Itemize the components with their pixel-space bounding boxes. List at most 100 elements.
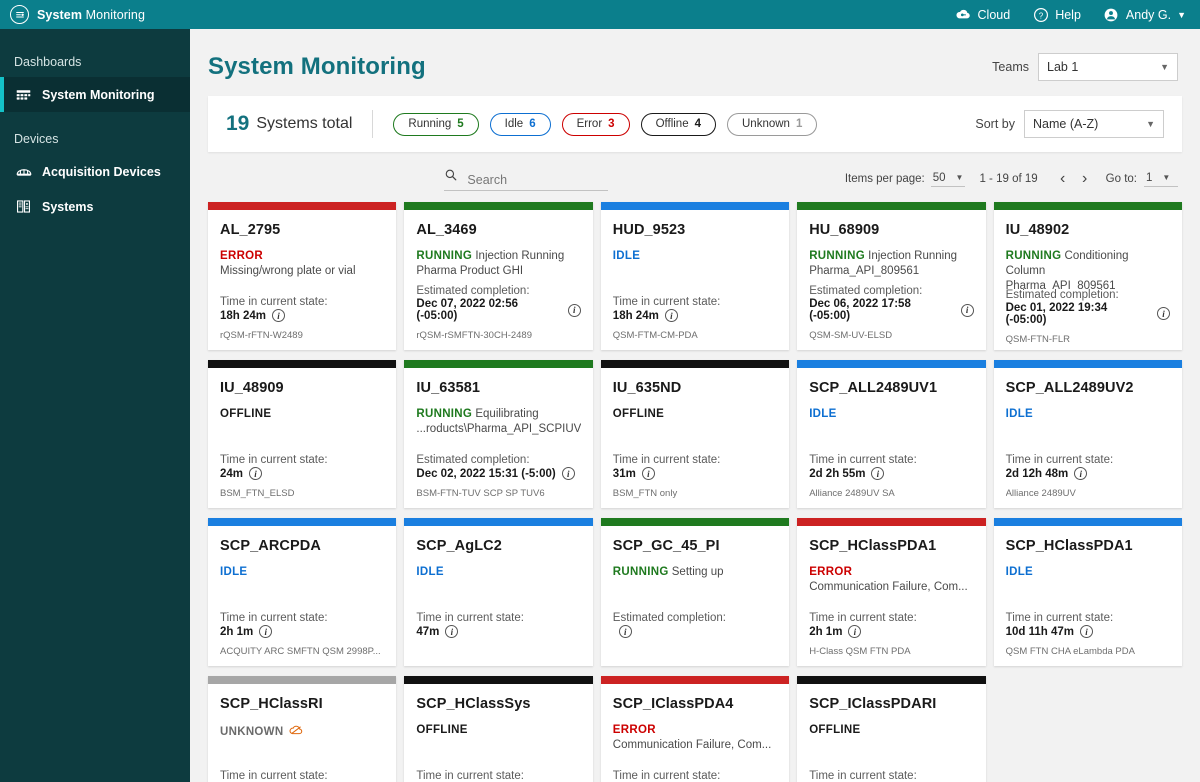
- time-label: Estimated completion:: [1005, 288, 1119, 301]
- acquisition-device-icon: [14, 162, 33, 181]
- status-chip-idle[interactable]: Idle 6: [489, 112, 551, 136]
- time-value: Dec 06, 2022 17:58 (-05:00): [809, 298, 911, 322]
- system-status-bar: [797, 202, 986, 210]
- system-card[interactable]: AL_3469 RUNNING Injection Running Pharma P…: [404, 202, 593, 350]
- info-icon[interactable]: i: [664, 309, 678, 322]
- brand[interactable]: System Monitoring: [10, 5, 145, 24]
- question-circle-icon: ?: [1032, 6, 1049, 23]
- system-card[interactable]: AL_2795 ERROR Missing/wrong plate or vial T…: [208, 202, 397, 350]
- system-card-body: SCP_GC_45_PI RUNNING Setting up Estimated…: [601, 526, 789, 666]
- status-chip-unknown[interactable]: Unknown 1: [727, 112, 818, 136]
- status-badge: IDLE: [612, 250, 641, 262]
- system-card[interactable]: HU_68909 RUNNING Injection Running Pharma_…: [797, 202, 986, 350]
- time-label: Time in current state:: [220, 454, 328, 466]
- system-card[interactable]: SCP_AgLC2 IDLE Time in current state: 47m i: [404, 518, 593, 666]
- info-icon[interactable]: i: [567, 303, 581, 317]
- info-icon[interactable]: i: [618, 625, 632, 638]
- chevron-left-icon[interactable]: ‹: [1052, 171, 1074, 187]
- system-card-body: HU_68909 RUNNING Injection Running Pharma_…: [797, 210, 985, 350]
- chevron-right-icon[interactable]: ›: [1074, 171, 1096, 187]
- system-card[interactable]: SCP_ALL2489UV1 IDLE Time in current state…: [797, 360, 986, 508]
- system-state-line: RUNNING Conditioning Column: [1006, 249, 1170, 279]
- info-icon[interactable]: i: [1156, 307, 1170, 321]
- system-card[interactable]: IU_48909 OFFLINE Time in current state: 24…: [208, 360, 397, 508]
- time-block: Time in current state: 2h 1m i: [809, 612, 973, 638]
- info-icon[interactable]: i: [871, 467, 885, 480]
- cloud-button[interactable]: Cloud: [955, 6, 1010, 23]
- status-badge: OFFLINE: [416, 724, 468, 736]
- system-name: AL_2795: [220, 222, 281, 238]
- sidebar-item-label: System Monitoring: [42, 87, 155, 102]
- time-value: Dec 02, 2022 15:31 (-5:00): [416, 467, 556, 480]
- info-icon[interactable]: i: [960, 303, 974, 317]
- system-card[interactable]: IU_635ND OFFLINE Time in current state: 31…: [600, 360, 790, 508]
- help-button[interactable]: ? Help: [1032, 6, 1081, 23]
- time-value-row: 2d 12h 48m i: [1006, 467, 1170, 480]
- sidebar-item-label: Systems: [42, 199, 94, 214]
- info-icon[interactable]: i: [1080, 625, 1093, 638]
- time-label: Estimated completion:: [809, 285, 923, 297]
- system-card[interactable]: SCP_ALL2489UV2 IDLE Time in current state…: [993, 360, 1182, 508]
- system-name: SCP_GC_45_PI: [612, 538, 720, 554]
- info-icon[interactable]: i: [445, 625, 459, 638]
- info-icon[interactable]: i: [1074, 467, 1088, 480]
- system-subtitle: ...roducts\Pharma_API_SCPIUV1: [416, 423, 581, 435]
- info-icon[interactable]: i: [641, 467, 655, 480]
- sidebar-item-systems[interactable]: Systems: [0, 189, 190, 224]
- status-chip-running[interactable]: Running 5: [393, 112, 479, 136]
- system-card[interactable]: SCP_ARCPDA IDLE Time in current state: 2h …: [208, 518, 397, 666]
- time-label: Estimated completion:: [416, 454, 530, 466]
- time-block: Time in current state: 10d 11h 47m i: [1006, 612, 1170, 638]
- system-card[interactable]: SCP_HClassRI UNKNOWN Time in current stat…: [208, 676, 397, 782]
- status-chip-offline[interactable]: Offline 4: [640, 112, 716, 136]
- info-icon[interactable]: i: [272, 309, 286, 322]
- time-label: Time in current state:: [220, 612, 328, 624]
- system-card[interactable]: HUD_9523 IDLE Time in current state: 18h 2…: [600, 202, 790, 350]
- system-state-line: ERROR: [613, 723, 777, 738]
- system-card[interactable]: SCP_HClassSys OFFLINE Time in current sta…: [404, 676, 593, 782]
- system-name: SCP_HClassRI: [220, 696, 323, 712]
- status-chip-error[interactable]: Error 3: [561, 112, 630, 136]
- system-status-bar: [208, 202, 397, 210]
- items-per-page-select[interactable]: 50 ▼: [930, 172, 966, 187]
- system-card[interactable]: IU_63581 RUNNING Equilibrating ...roducts\…: [404, 360, 593, 508]
- system-card[interactable]: SCP_HClassPDA1 IDLE Time in current state…: [993, 518, 1182, 666]
- time-value: Dec 07, 2022 02:56 (-05:00): [416, 298, 519, 322]
- search-box[interactable]: [444, 168, 609, 191]
- system-card-body: IU_48909 OFFLINE Time in current state: 24…: [208, 368, 396, 508]
- time-value: Dec 01, 2022 19:34 (-05:00): [1005, 301, 1108, 326]
- time-value: 2d 2h 55m: [809, 467, 866, 480]
- status-chip-label: Idle: [504, 118, 524, 130]
- teams-select[interactable]: Lab 1 ▼: [1038, 52, 1178, 81]
- info-icon[interactable]: i: [249, 467, 263, 480]
- goto-value: 1: [1145, 171, 1153, 184]
- chevron-down-icon: ▼: [1162, 173, 1171, 182]
- sort-by-value: Name (A-Z): [1033, 117, 1099, 131]
- system-card[interactable]: SCP_IClassPDA4 ERROR Communication Failure…: [600, 676, 790, 782]
- system-card-body: IU_48902 RUNNING Conditioning Column Pharm…: [994, 210, 1182, 350]
- status-badge: RUNNING: [416, 408, 473, 420]
- system-card[interactable]: SCP_HClassPDA1 ERROR Communication Failure…: [797, 518, 986, 666]
- system-status-bar: [600, 202, 790, 210]
- search-input[interactable]: [467, 172, 609, 187]
- system-state-line: OFFLINE: [809, 723, 973, 738]
- system-card-body: AL_2795 ERROR Missing/wrong plate or vial T…: [208, 210, 396, 350]
- system-card[interactable]: SCP_IClassPDARI OFFLINE Time in current s…: [797, 676, 986, 782]
- system-state-line: RUNNING Equilibrating: [416, 407, 580, 422]
- time-value: 18h 24m: [612, 309, 659, 322]
- sidebar-item-system-monitoring[interactable]: System Monitoring: [0, 77, 190, 112]
- user-menu[interactable]: Andy G. ▼: [1103, 6, 1186, 23]
- system-card[interactable]: IU_48902 RUNNING Conditioning Column Pharm…: [993, 202, 1182, 350]
- goto-select[interactable]: 1 ▼: [1143, 171, 1178, 187]
- status-badge: IDLE: [809, 408, 837, 420]
- sort-by-select[interactable]: Name (A-Z) ▼: [1024, 110, 1164, 138]
- system-card[interactable]: SCP_GC_45_PI RUNNING Setting up Estimated…: [600, 518, 790, 666]
- info-icon[interactable]: i: [848, 625, 862, 638]
- time-block: Time in current state: 18h 24m i: [613, 296, 777, 322]
- system-card-body: SCP_HClassPDA1 ERROR Communication Failure…: [797, 526, 985, 666]
- system-status-bar: [993, 518, 1182, 526]
- info-icon[interactable]: i: [259, 625, 273, 638]
- info-icon[interactable]: i: [561, 467, 575, 480]
- system-status-bar: [208, 360, 397, 368]
- sidebar-item-acquisition-devices[interactable]: Acquisition Devices: [0, 154, 190, 189]
